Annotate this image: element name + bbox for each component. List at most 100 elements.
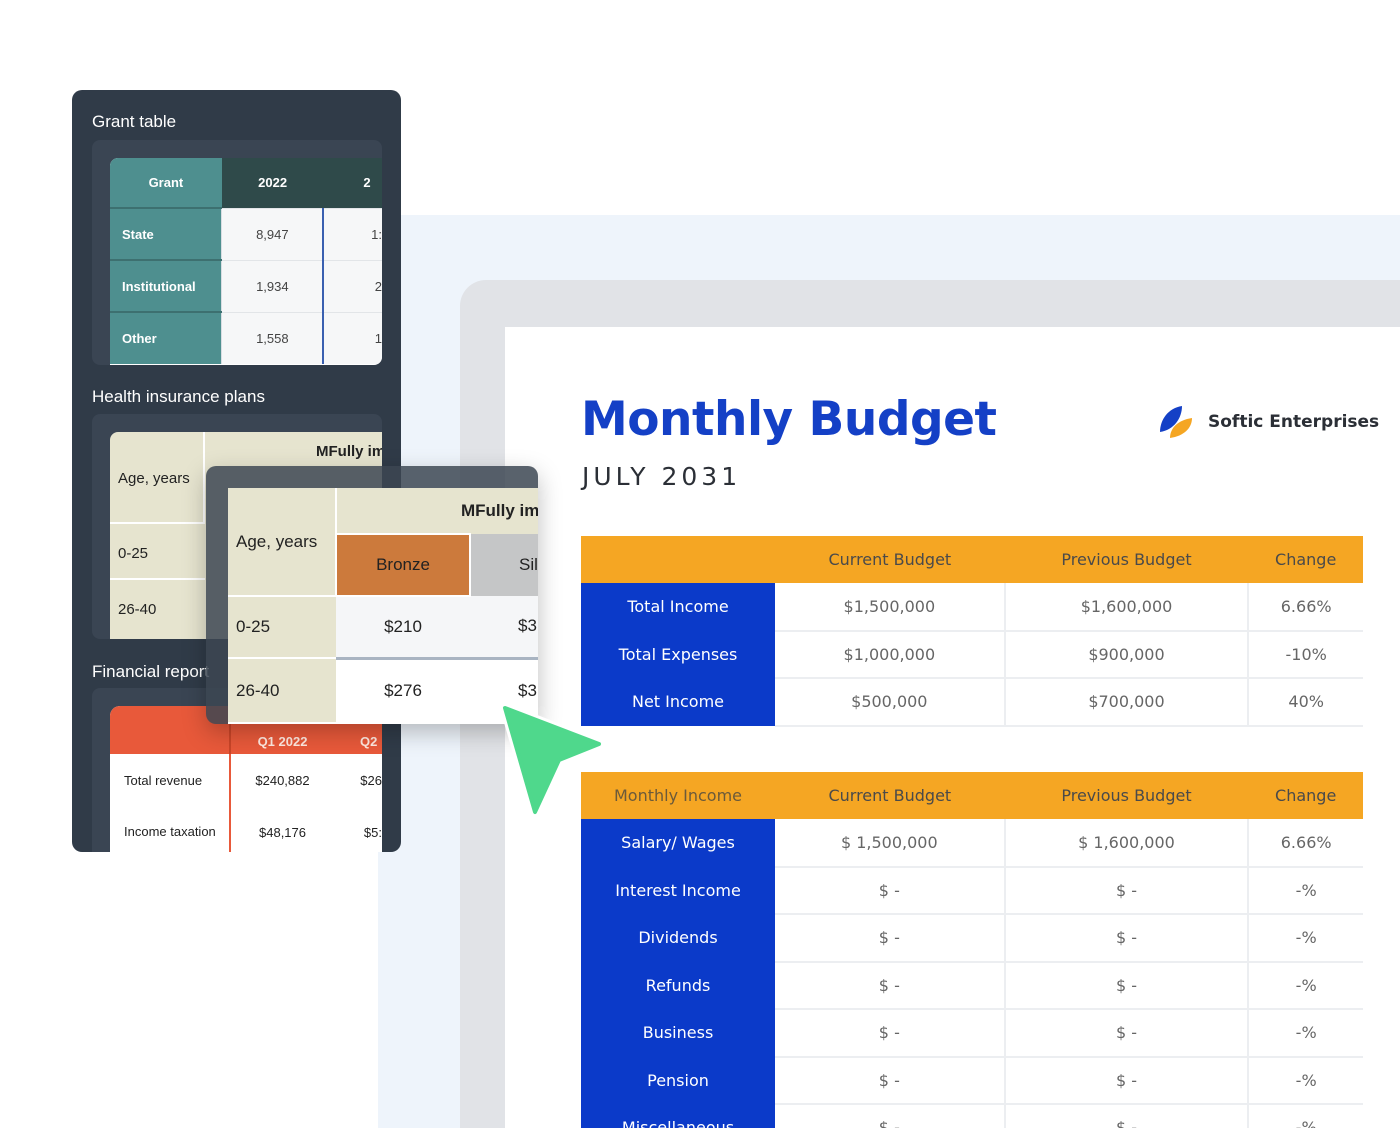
column-header: 2022 — [221, 158, 324, 208]
table-row: Interest Income $ - $ - -% — [581, 866, 1363, 915]
table-row: Dividends $ - $ - -% — [581, 914, 1363, 963]
summary-table: Current Budget Previous Budget Change To… — [581, 536, 1363, 727]
table-row: Salary/ Wages $ 1,500,000 $ 1,600,000 6.… — [581, 819, 1363, 868]
table-row: Total revenue $240,882 $26 — [110, 754, 382, 806]
table-row: Institutional 1,934 2 — [110, 259, 382, 312]
table-cell: $ - — [775, 866, 1006, 915]
plan-header: MFully im — [316, 443, 382, 460]
row-label: Miscellaneous — [581, 1104, 775, 1128]
table-cell: $ - — [775, 1056, 1006, 1105]
page-subtitle: JULY 2031 — [582, 462, 742, 491]
table-cell: $1,600,000 — [1004, 583, 1250, 632]
table-cell: $ - — [1004, 914, 1250, 963]
row-label: Salary/ Wages — [581, 819, 775, 867]
table-cell: 8,947 — [221, 207, 324, 260]
table-cell: -10% — [1248, 630, 1363, 679]
row-label: 0-25 — [228, 595, 336, 658]
row-label: 0-25 — [118, 545, 149, 562]
section-title-financial: Financial report — [92, 662, 210, 681]
table-row: 26-40 $276 $3 — [228, 657, 538, 722]
table-cell: $3 — [470, 596, 538, 660]
brand-name: Softic Enterprises — [1208, 412, 1380, 432]
page-title: Monthly Budget — [581, 392, 997, 447]
financial-table-preview: Q1 2022 Q2 Total revenue $240,882 $26 In… — [110, 706, 382, 852]
table-cell: -% — [1248, 1056, 1363, 1105]
table-cell: 1,934 — [221, 259, 324, 312]
age-header: Age, years — [228, 488, 337, 596]
row-label: Business — [581, 1009, 775, 1057]
table-cell: $48,176 — [229, 806, 334, 852]
table-cell: $1,000,000 — [775, 630, 1006, 679]
table-row: 0-25 $210 $3 — [228, 595, 538, 660]
table-cell: $ - — [1004, 866, 1250, 915]
table-cell: -% — [1248, 961, 1363, 1010]
table-cell: $900,000 — [1004, 630, 1250, 679]
table-row: State 8,947 1: — [110, 207, 382, 260]
brand: Softic Enterprises — [1156, 402, 1379, 442]
row-label: Total Expenses — [581, 630, 775, 678]
table-cell: $ - — [1004, 1104, 1250, 1128]
grant-table: Grant 2022 2 State 8,947 1: Institutiona… — [110, 158, 382, 364]
column-header: 2 — [323, 158, 382, 208]
table-cell: -% — [1248, 1009, 1363, 1058]
column-header — [581, 536, 775, 583]
table-cell: $26 — [334, 754, 382, 806]
section-title-grant: Grant table — [92, 112, 177, 131]
table-cell: 1 — [322, 311, 382, 364]
table-cell: $ 1,500,000 — [775, 819, 1006, 868]
table-cell: 2 — [322, 259, 382, 312]
grant-table-preview: Grant 2022 2 State 8,947 1: Institutiona… — [110, 158, 382, 365]
table-cell: 1: — [322, 207, 382, 260]
column-header: Grant — [110, 158, 222, 208]
table-cell: $ - — [1004, 1056, 1250, 1105]
column-header: Change — [1248, 772, 1363, 819]
row-label: Total revenue — [110, 754, 230, 806]
table-cell: $500,000 — [775, 678, 1006, 727]
table-cell: $ - — [1004, 961, 1250, 1010]
table-row: Total Expenses $1,000,000 $900,000 -10% — [581, 630, 1363, 679]
row-label: Refunds — [581, 961, 775, 1009]
table-row: Net Income $500,000 $700,000 40% — [581, 678, 1363, 727]
tier-header-bronze: Bronze — [335, 533, 471, 597]
table-cell: $700,000 — [1004, 678, 1250, 727]
grant-table-card[interactable]: Grant 2022 2 State 8,947 1: Institutiona… — [92, 140, 382, 365]
tier-header-silver: Sil — [470, 534, 538, 596]
age-header: Age, years — [118, 470, 190, 487]
plan-header: MFully im — [336, 488, 538, 534]
table-cell: -% — [1248, 866, 1363, 915]
row-label: Dividends — [581, 914, 775, 962]
table-row: Income taxation $48,176 $5: — [110, 806, 382, 852]
table-cell: 6.66% — [1248, 583, 1363, 632]
table-cell: $ - — [775, 1009, 1006, 1058]
table-cell: -% — [1248, 914, 1363, 963]
table-cell: $210 — [336, 596, 470, 660]
table-cell: $240,882 — [229, 754, 334, 806]
table-cell: 40% — [1248, 678, 1363, 727]
table-row: Total Income $1,500,000 $1,600,000 6.66% — [581, 583, 1363, 632]
row-label: Total Income — [581, 583, 775, 631]
zoomed-table: Age, years MFully im Bronze Sil 0-25 $21… — [228, 488, 538, 722]
column-header: Change — [1248, 536, 1363, 583]
table-cell: $ - — [1004, 1009, 1250, 1058]
table-cell: -% — [1248, 1104, 1363, 1128]
table-cell: $5: — [334, 806, 382, 852]
column-header: Previous Budget — [1004, 772, 1249, 819]
zoomed-table-preview: Age, years MFully im Bronze Sil 0-25 $21… — [228, 488, 538, 724]
table-cell: 1,558 — [221, 311, 324, 364]
row-label: Net Income — [581, 678, 775, 726]
row-label: Institutional — [110, 259, 222, 312]
row-label: Other — [110, 311, 222, 364]
cursor-arrow-icon — [500, 703, 604, 817]
zoomed-health-table[interactable]: Age, years MFully im Bronze Sil 0-25 $21… — [206, 466, 538, 724]
canvas: Monthly Budget JULY 2031 Softic Enterpri… — [0, 0, 1400, 1128]
table-header-row: Current Budget Previous Budget Change — [581, 536, 1363, 583]
table-row: Business $ - $ - -% — [581, 1009, 1363, 1058]
column-header: Current Budget — [775, 536, 1005, 583]
column-header: Current Budget — [775, 772, 1005, 819]
table-cell: 6.66% — [1248, 819, 1363, 868]
row-label: Pension — [581, 1056, 775, 1104]
table-cell: $ - — [775, 961, 1006, 1010]
monthly-income-table: Monthly Income Current Budget Previous B… — [581, 772, 1363, 1128]
table-row: Pension $ - $ - -% — [581, 1056, 1363, 1105]
table-row: Miscellaneous $ - $ - -% — [581, 1104, 1363, 1128]
